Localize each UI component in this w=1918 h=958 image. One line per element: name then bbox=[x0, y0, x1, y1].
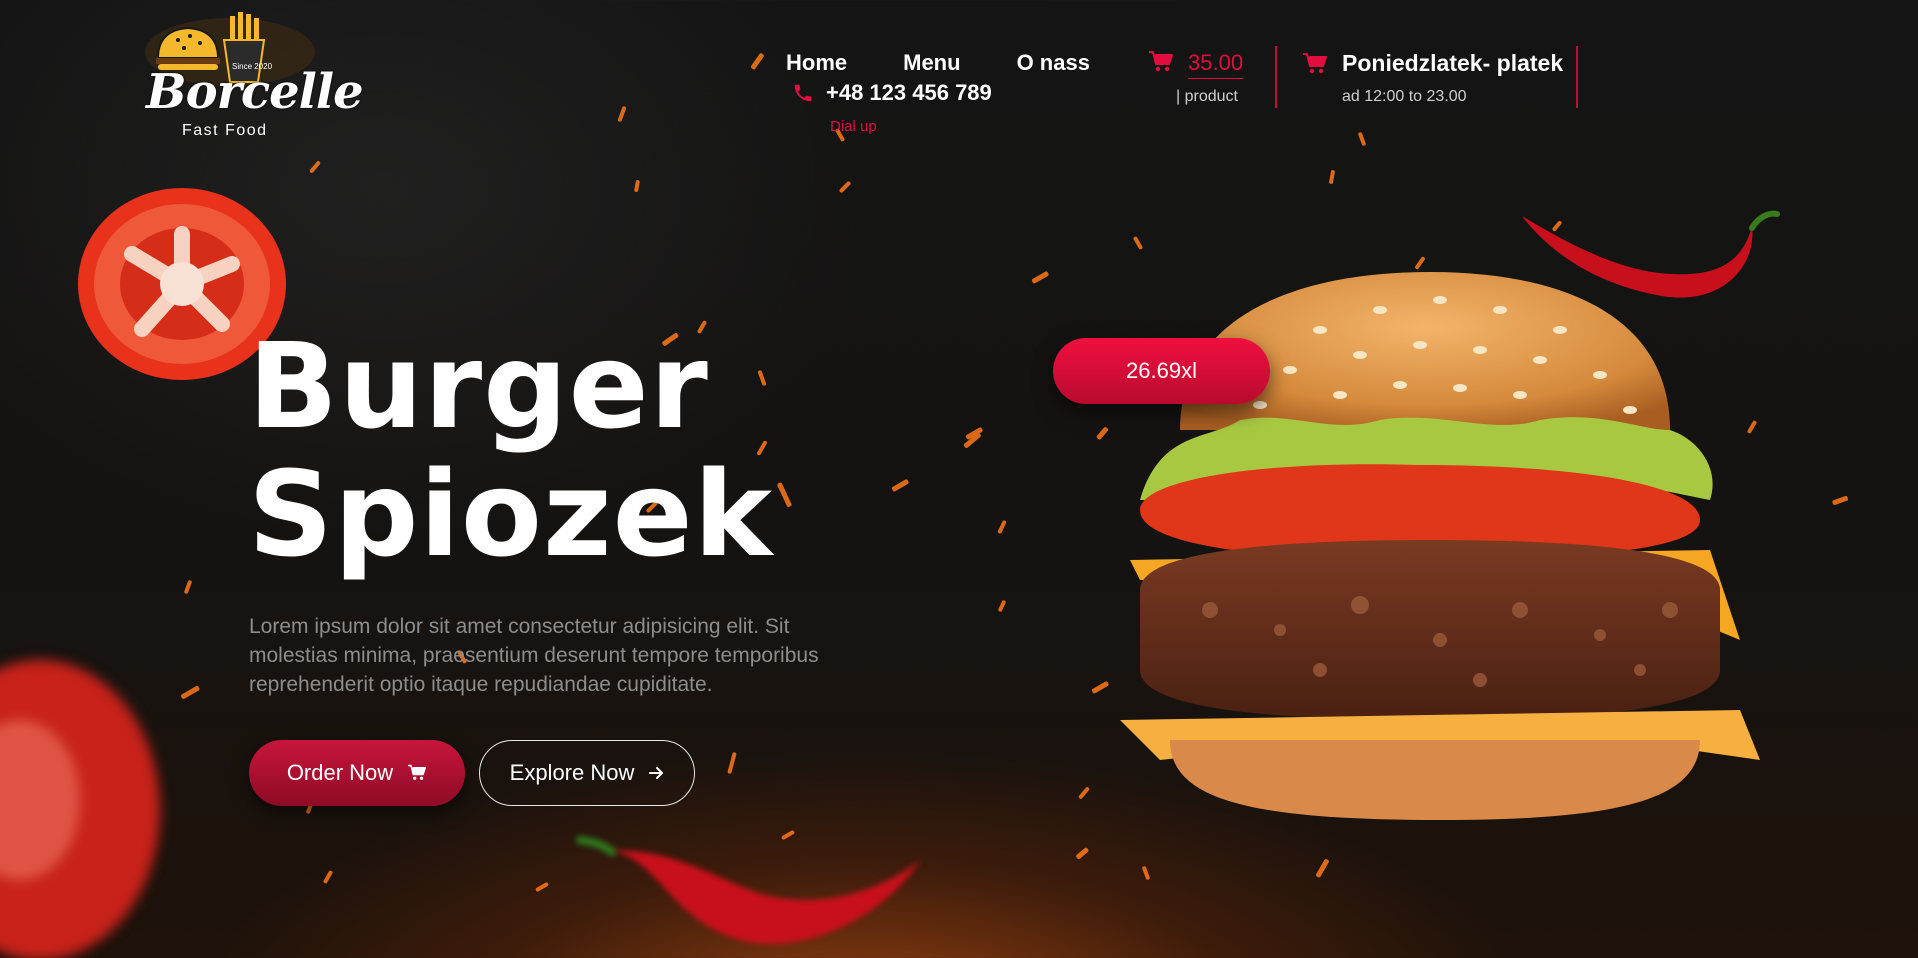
header-divider bbox=[1275, 46, 1277, 108]
arrow-right-icon bbox=[649, 767, 664, 779]
phone-number: +48 123 456 789 bbox=[826, 80, 992, 105]
main-nav: Home Menu O nass bbox=[786, 50, 1090, 76]
nav-o-nass[interactable]: O nass bbox=[1017, 50, 1090, 76]
price-tag-button[interactable]: 26.69xl bbox=[1053, 338, 1270, 404]
cart-icon bbox=[1149, 51, 1173, 72]
order-now-label: Order Now bbox=[286, 760, 394, 785]
cart-summary[interactable]: 35.00 bbox=[1148, 50, 1244, 79]
order-now-button[interactable]: Order Now bbox=[249, 740, 465, 806]
phone-contact[interactable]: +48 123 456 789 bbox=[792, 80, 992, 106]
cart-subtext: | product bbox=[1176, 88, 1238, 105]
hours-title: Poniedzlatek- platek bbox=[1342, 50, 1564, 76]
hours-subtext: ad 12:00 to 23.00 bbox=[1342, 88, 1467, 105]
hero-title: Burger Spiozek bbox=[248, 322, 773, 578]
hero-description: Lorem ipsum dolor sit amet consectetur a… bbox=[249, 615, 819, 696]
phone-label: Dial up bbox=[830, 118, 877, 135]
hero-title-line1: Burger bbox=[248, 317, 709, 455]
cart-icon bbox=[1303, 52, 1327, 73]
nav-home[interactable]: Home bbox=[786, 50, 847, 76]
explore-now-label: Explore Now bbox=[509, 760, 635, 785]
nav-menu[interactable]: Menu bbox=[903, 50, 960, 76]
cart-price: 35.00 bbox=[1188, 50, 1244, 79]
brand-logo[interactable]: Since 2020 Borcelle Fast Food bbox=[140, 10, 364, 145]
cart-icon bbox=[408, 764, 427, 780]
phone-icon bbox=[794, 84, 812, 102]
logo-tagline: Fast Food bbox=[182, 122, 268, 139]
opening-hours: Poniedzlatek- platek bbox=[1302, 50, 1563, 77]
logo-name: Borcelle bbox=[146, 64, 364, 120]
chili-blurred-image bbox=[576, 836, 920, 944]
chili-pepper-image bbox=[1522, 210, 1780, 298]
tomato-blurred-image bbox=[0, 660, 160, 958]
explore-now-button[interactable]: Explore Now bbox=[479, 740, 695, 806]
hero-title-line2: Spiozek bbox=[248, 445, 774, 583]
header-divider-right bbox=[1576, 46, 1578, 108]
